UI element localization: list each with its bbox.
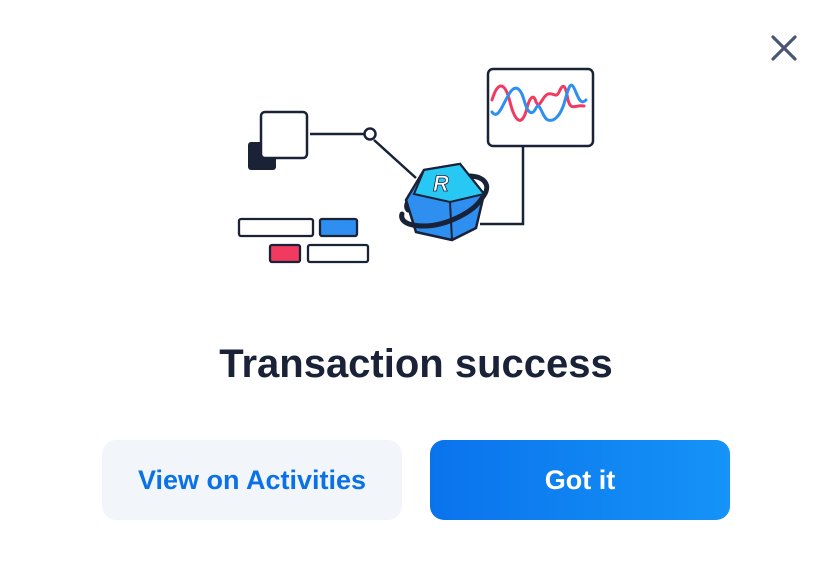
got-it-button[interactable]: Got it bbox=[430, 440, 730, 520]
success-dialog: R Transaction success View on Activities… bbox=[0, 0, 832, 584]
view-on-activities-button[interactable]: View on Activities bbox=[102, 440, 402, 520]
dialog-title: Transaction success bbox=[219, 342, 613, 386]
connector-line bbox=[373, 139, 417, 179]
block-red bbox=[268, 243, 302, 264]
logo-letter: R bbox=[433, 171, 449, 196]
connector-node bbox=[363, 127, 377, 141]
hexagon-top-face bbox=[412, 162, 486, 204]
block-outline bbox=[237, 217, 315, 238]
block-outline bbox=[306, 243, 370, 264]
outline-square bbox=[259, 110, 309, 160]
close-button[interactable] bbox=[764, 28, 804, 68]
close-icon bbox=[771, 35, 797, 61]
transaction-illustration: R bbox=[237, 67, 595, 264]
block-blue bbox=[318, 217, 359, 238]
